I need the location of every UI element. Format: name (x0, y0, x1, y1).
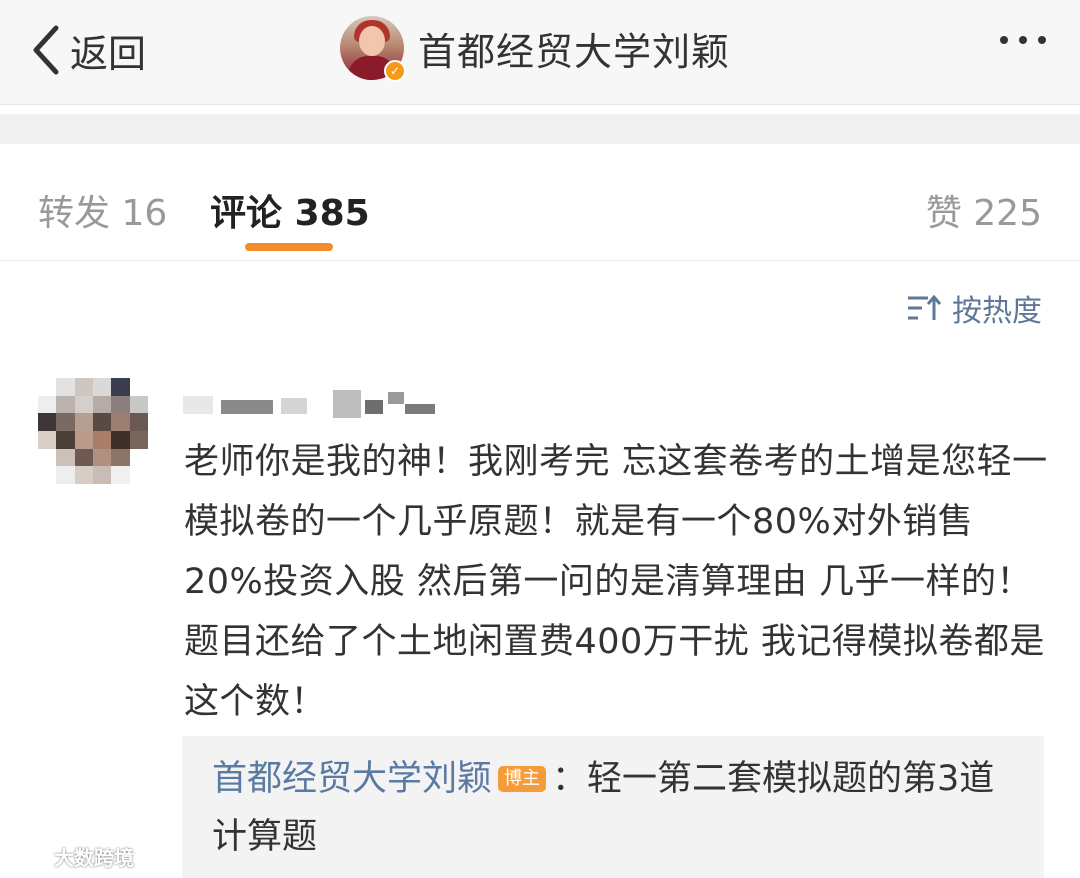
tab-like-label: 赞 (925, 193, 962, 234)
watermark-logo-icon (12, 847, 50, 865)
more-menu-button[interactable] (1000, 36, 1046, 44)
tab-comment[interactable]: 评论 385 (210, 184, 370, 236)
top-nav-bar: 返回 ✓ 首都经贸大学刘颖 (0, 0, 1080, 105)
commenter-avatar[interactable] (38, 378, 148, 484)
nav-profile[interactable]: ✓ 首都经贸大学刘颖 (340, 14, 730, 82)
tab-like[interactable]: 赞 225 (926, 184, 1042, 236)
active-tab-indicator (245, 243, 333, 251)
tab-repost-label: 转发 (38, 193, 111, 234)
tab-comment-label: 评论 (210, 193, 283, 234)
back-button[interactable]: 返回 (30, 20, 146, 80)
more-dot-icon (1019, 36, 1027, 44)
watermark: 大数跨境 (10, 842, 134, 871)
comment-body: 老师你是我的神！我刚考完 忘这套卷考的土增是您轻一模拟卷的一个几乎原题！就是有一… (184, 442, 1048, 722)
sort-by-hot-button[interactable]: 按热度 (906, 286, 1042, 330)
watermark-text: 大数跨境 (54, 846, 134, 870)
commenter-name-redacted[interactable] (183, 386, 453, 420)
sort-icon (908, 294, 942, 320)
tab-comment-count: 385 (294, 193, 370, 234)
sort-label: 按热度 (952, 294, 1042, 329)
more-dot-icon (1000, 36, 1008, 44)
author-reply[interactable]: 首都经贸大学刘颖 博主 ：轻一第二套模拟题的第3道计算题 (182, 736, 1044, 878)
verified-badge-icon: ✓ (384, 60, 406, 82)
back-label: 返回 (70, 31, 147, 76)
tab-like-count: 225 (973, 193, 1042, 234)
section-divider (0, 114, 1080, 144)
reply-body: 首都经贸大学刘颖 博主 ：轻一第二套模拟题的第3道计算题 (212, 750, 1022, 866)
tab-repost[interactable]: 转发 16 (38, 184, 167, 236)
page-title: 首都经贸大学刘颖 (418, 29, 731, 74)
chevron-left-icon (33, 25, 59, 75)
blogger-badge: 博主 (498, 766, 547, 792)
author-avatar[interactable]: ✓ (340, 16, 406, 82)
interaction-tabs: 转发 16 评论 385 赞 225 (0, 144, 1080, 261)
more-dot-icon (1038, 36, 1046, 44)
tab-repost-count: 16 (121, 193, 168, 234)
reply-author-link[interactable]: 首都经贸大学刘颖 (212, 759, 492, 799)
